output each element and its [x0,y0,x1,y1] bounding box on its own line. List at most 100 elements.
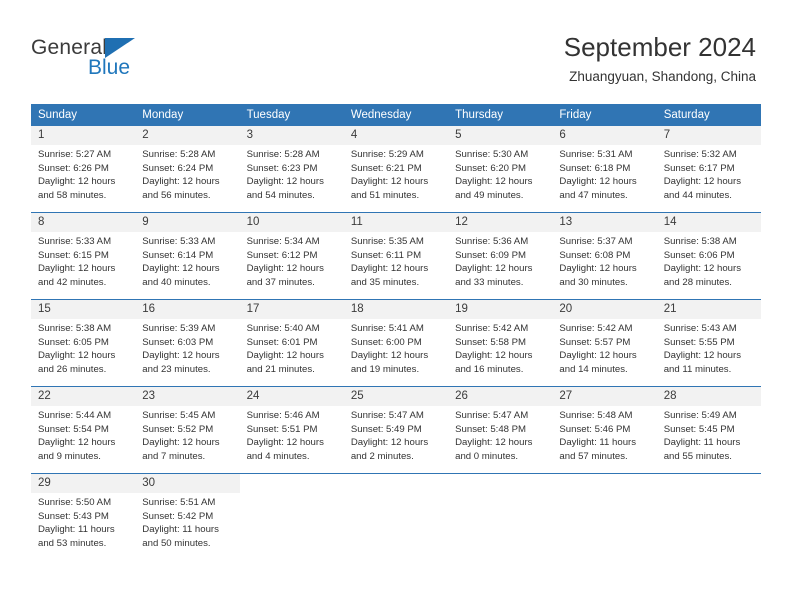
calendar-day-cell[interactable]: 24 Sunrise: 5:46 AM Sunset: 5:51 PM Dayligh… [239,386,344,474]
calendar-day-cell[interactable]: 4 Sunrise: 5:29 AM Sunset: 6:21 PM Daylight… [343,125,449,213]
day-daylight1-text: Daylight: 12 hours [455,263,533,275]
day-sunrise-text: Sunrise: 5:38 AM [38,323,112,334]
calendar-day-cell[interactable]: 9 Sunrise: 5:33 AM Sunset: 6:14 PM Daylight… [135,212,240,300]
calendar-day-cell[interactable]: 19 Sunrise: 5:42 AM Sunset: 5:58 PM Dayligh… [448,299,553,387]
day-number: 23 [135,387,240,406]
day-number: 6 [552,126,657,145]
calendar-day-cell[interactable]: 28 Sunrise: 5:49 AM Sunset: 5:45 PM Dayligh… [656,386,761,474]
day-cell-content: 11 Sunrise: 5:35 AM Sunset: 6:11 PM Dayligh… [343,213,449,299]
calendar-week-row: 29 Sunrise: 5:50 AM Sunset: 5:43 PM Dayligh… [31,473,761,560]
day-cell-content [552,474,657,560]
day-daylight2-text: and 7 minutes. [142,450,206,462]
day-sunrise-text: Sunrise: 5:30 AM [455,149,529,160]
calendar-day-cell[interactable]: 1 Sunrise: 5:27 AM Sunset: 6:26 PM Daylight… [31,125,136,213]
day-cell-content: 3 Sunrise: 5:28 AM Sunset: 6:23 PM Daylight… [239,126,344,212]
calendar-day-cell[interactable]: 23 Sunrise: 5:45 AM Sunset: 5:52 PM Dayligh… [135,386,240,474]
day-daylight1-text: Daylight: 11 hours [38,524,115,536]
calendar-day-cell[interactable]: 2 Sunrise: 5:28 AM Sunset: 6:24 PM Daylight… [135,125,240,213]
day-number: 9 [135,213,240,232]
day-sun-info: Sunrise: 5:50 AM Sunset: 5:43 PM Daylight:… [31,493,135,550]
day-cell-content: 27 Sunrise: 5:48 AM Sunset: 5:46 PM Dayligh… [552,387,657,473]
calendar-day-cell[interactable]: 27 Sunrise: 5:48 AM Sunset: 5:46 PM Dayligh… [552,386,657,474]
day-sun-info: Sunrise: 5:32 AM Sunset: 6:17 PM Daylight:… [657,145,761,202]
calendar-day-cell[interactable]: 25 Sunrise: 5:47 AM Sunset: 5:49 PM Dayligh… [343,386,449,474]
day-number: 12 [448,213,553,232]
calendar-day-cell[interactable]: 8 Sunrise: 5:33 AM Sunset: 6:15 PM Daylight… [31,212,136,300]
day-sun-info: Sunrise: 5:29 AM Sunset: 6:21 PM Daylight:… [344,145,448,202]
calendar-day-cell[interactable]: 22 Sunrise: 5:44 AM Sunset: 5:54 PM Dayligh… [31,386,136,474]
day-cell-content: 1 Sunrise: 5:27 AM Sunset: 6:26 PM Daylight… [31,126,136,212]
day-sunrise-text: Sunrise: 5:31 AM [559,149,633,160]
day-sunset-text: Sunset: 5:55 PM [663,336,735,348]
day-daylight2-text: and 49 minutes. [455,189,524,201]
calendar-day-cell[interactable]: 16 Sunrise: 5:39 AM Sunset: 6:03 PM Dayligh… [135,299,240,387]
calendar-day-cell[interactable]: 26 Sunrise: 5:47 AM Sunset: 5:48 PM Dayligh… [448,386,553,474]
day-sun-info: Sunrise: 5:33 AM Sunset: 6:14 PM Daylight:… [135,232,239,289]
day-sunrise-text: Sunrise: 5:46 AM [246,410,320,421]
calendar-grid: Sunday Monday Tuesday Wednesday Thursday Frid… [31,104,761,560]
day-sunset-text: Sunset: 5:49 PM [350,423,422,435]
day-daylight2-text: and 16 minutes. [455,363,524,375]
calendar-week-row: 22 Sunrise: 5:44 AM Sunset: 5:54 PM Dayligh… [31,386,761,474]
day-sun-info: Sunrise: 5:40 AM Sunset: 6:01 PM Daylight:… [240,319,344,376]
day-daylight1-text: Daylight: 12 hours [350,263,429,275]
day-daylight1-text: Daylight: 11 hours [142,524,219,536]
day-sunset-text: Sunset: 6:12 PM [246,249,318,261]
calendar-day-cell[interactable]: 5 Sunrise: 5:30 AM Sunset: 6:20 PM Daylight… [448,125,553,213]
weekday-header-monday: Monday [135,104,240,126]
day-daylight2-text: and 11 minutes. [663,363,732,375]
brand-logo[interactable]: General Blue [31,36,251,82]
day-sunrise-text: Sunrise: 5:51 AM [142,497,216,508]
calendar-day-cell[interactable]: 12 Sunrise: 5:36 AM Sunset: 6:09 PM Dayligh… [448,212,553,300]
day-sun-info: Sunrise: 5:27 AM Sunset: 6:26 PM Daylight:… [31,145,135,202]
day-number: 4 [343,126,449,145]
calendar-day-cell[interactable]: 18 Sunrise: 5:41 AM Sunset: 6:00 PM Dayligh… [343,299,449,387]
day-daylight2-text: and 0 minutes. [455,450,519,462]
day-number: 3 [239,126,344,145]
day-daylight1-text: Daylight: 12 hours [559,350,637,362]
day-sun-info: Sunrise: 5:48 AM Sunset: 5:46 PM Daylight:… [552,406,656,463]
calendar-day-cell[interactable]: 11 Sunrise: 5:35 AM Sunset: 6:11 PM Dayligh… [343,212,449,300]
calendar-week-row: 1 Sunrise: 5:27 AM Sunset: 6:26 PM Daylight… [31,125,761,213]
calendar-day-cell[interactable]: 29 Sunrise: 5:50 AM Sunset: 5:43 PM Dayligh… [31,473,136,560]
day-number: 22 [31,387,136,406]
day-sunset-text: Sunset: 6:11 PM [350,249,422,261]
day-number [656,474,761,493]
day-cell-content: 5 Sunrise: 5:30 AM Sunset: 6:20 PM Daylight… [448,126,553,212]
calendar-day-cell[interactable]: 10 Sunrise: 5:34 AM Sunset: 6:12 PM Dayligh… [239,212,344,300]
day-cell-content: 17 Sunrise: 5:40 AM Sunset: 6:01 PM Dayligh… [239,300,344,386]
day-cell-content: 19 Sunrise: 5:42 AM Sunset: 5:58 PM Dayligh… [448,300,553,386]
day-sunset-text: Sunset: 5:45 PM [663,423,735,435]
calendar-day-cell[interactable]: 14 Sunrise: 5:38 AM Sunset: 6:06 PM Dayligh… [656,212,761,300]
day-daylight2-text: and 42 minutes. [38,276,107,288]
day-sunset-text: Sunset: 6:08 PM [559,249,631,261]
calendar-day-cell[interactable]: 20 Sunrise: 5:42 AM Sunset: 5:57 PM Dayligh… [552,299,657,387]
calendar-day-cell[interactable]: 15 Sunrise: 5:38 AM Sunset: 6:05 PM Dayligh… [31,299,136,387]
day-sun-info: Sunrise: 5:39 AM Sunset: 6:03 PM Daylight:… [135,319,239,376]
day-daylight2-text: and 50 minutes. [142,537,211,549]
calendar-day-cell[interactable]: 21 Sunrise: 5:43 AM Sunset: 5:55 PM Dayligh… [656,299,761,387]
day-daylight1-text: Daylight: 12 hours [455,350,533,362]
day-number: 18 [343,300,449,319]
day-daylight1-text: Daylight: 12 hours [142,176,220,188]
day-number: 17 [239,300,344,319]
calendar-day-cell[interactable]: 13 Sunrise: 5:37 AM Sunset: 6:08 PM Dayligh… [552,212,657,300]
day-sunset-text: Sunset: 6:14 PM [142,249,214,261]
day-sunrise-text: Sunrise: 5:34 AM [246,236,320,247]
day-number [448,474,553,493]
page-title: September 2024 [563,32,756,62]
day-number: 28 [656,387,761,406]
day-daylight1-text: Daylight: 12 hours [246,263,324,275]
brand-name-blue: Blue [88,56,131,79]
day-sunset-text: Sunset: 5:52 PM [142,423,214,435]
day-sunset-text: Sunset: 5:46 PM [559,423,631,435]
calendar-day-cell[interactable]: 30 Sunrise: 5:51 AM Sunset: 5:42 PM Dayligh… [135,473,240,560]
calendar-cell-empty [448,473,553,560]
calendar-day-cell[interactable]: 3 Sunrise: 5:28 AM Sunset: 6:23 PM Daylight… [239,125,344,213]
day-daylight1-text: Daylight: 12 hours [38,350,116,362]
weekday-header-sunday: Sunday [31,104,136,126]
day-sun-info: Sunrise: 5:37 AM Sunset: 6:08 PM Daylight:… [552,232,656,289]
calendar-day-cell[interactable]: 6 Sunrise: 5:31 AM Sunset: 6:18 PM Daylight… [552,125,657,213]
calendar-day-cell[interactable]: 7 Sunrise: 5:32 AM Sunset: 6:17 PM Daylight… [656,125,761,213]
calendar-day-cell[interactable]: 17 Sunrise: 5:40 AM Sunset: 6:01 PM Dayligh… [239,299,344,387]
